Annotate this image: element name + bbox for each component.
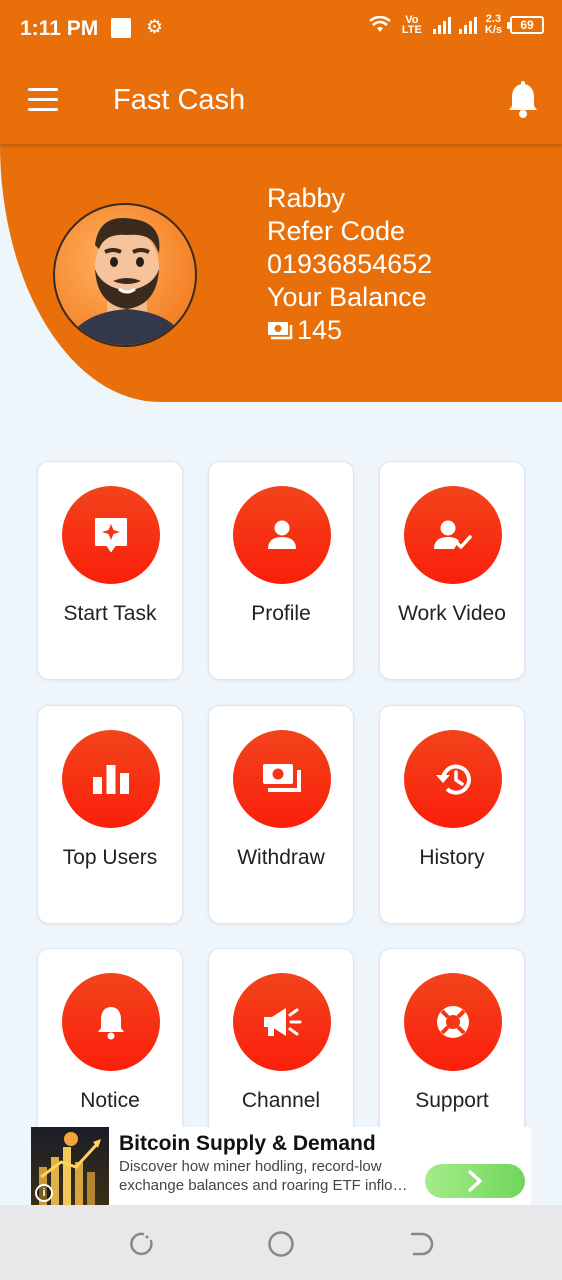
status-indicators: Vo LTE 2.3 K/s 69: [369, 14, 544, 36]
refer-code-label: Refer Code: [267, 216, 406, 246]
megaphone-icon: [233, 973, 331, 1071]
profile-header: Rabby Refer Code 01936854652 Your Balanc…: [0, 144, 562, 402]
ad-image: i: [31, 1127, 109, 1205]
refer-code-value: 01936854652: [267, 249, 433, 279]
notification-square-icon: [111, 18, 131, 38]
signal-2-icon: [458, 16, 477, 34]
ad-banner[interactable]: i Bitcoin Supply & Demand Discover how m…: [31, 1127, 531, 1205]
history-card[interactable]: History: [379, 705, 525, 924]
balance-value: 145: [297, 315, 343, 345]
start-task-card[interactable]: Start Task: [37, 461, 183, 680]
status-bar: 1:11 PM ⚙ Vo LTE 2.3 K/s 69: [0, 0, 562, 58]
card-label: Support: [415, 1089, 489, 1112]
recent-apps-button[interactable]: [126, 1229, 156, 1259]
card-label: Start Task: [63, 602, 157, 625]
ad-title: Bitcoin Supply & Demand: [119, 1132, 376, 1155]
work-video-card[interactable]: Work Video: [379, 461, 525, 680]
user-name: Rabby: [267, 183, 346, 213]
app-bar: Fast Cash: [0, 58, 562, 144]
profile-card[interactable]: Profile: [208, 461, 354, 680]
withdraw-card[interactable]: Withdraw: [208, 705, 354, 924]
app-title: Fast Cash: [113, 84, 246, 116]
status-time: 1:11 PM: [20, 17, 99, 40]
back-button[interactable]: [406, 1229, 436, 1259]
balance-row: 145: [267, 314, 432, 347]
task-star-icon: [62, 486, 160, 584]
card-label: Top Users: [62, 846, 158, 869]
money-icon: [268, 321, 293, 339]
bell-icon: [62, 973, 160, 1071]
hamburger-menu-icon[interactable]: [28, 88, 60, 112]
battery-icon: 69: [507, 16, 544, 34]
card-label: Profile: [251, 602, 311, 625]
card-label: Work Video: [398, 602, 506, 625]
bell-icon[interactable]: [506, 80, 540, 120]
chevron-right-icon: [468, 1170, 482, 1192]
history-icon: [404, 730, 502, 828]
card-label: History: [419, 846, 485, 869]
person-check-icon: [404, 486, 502, 584]
card-label: Withdraw: [237, 846, 325, 869]
top-users-card[interactable]: Top Users: [37, 705, 183, 924]
network-type: Vo LTE: [401, 14, 422, 36]
card-label: Notice: [80, 1089, 140, 1112]
info-icon[interactable]: i: [35, 1184, 53, 1202]
avatar: [53, 203, 197, 347]
signal-1-icon: [432, 16, 451, 34]
lifebuoy-icon: [404, 973, 502, 1071]
money-icon: [233, 730, 331, 828]
card-label: Channel: [241, 1089, 321, 1112]
network-speed: 2.3 K/s: [484, 13, 502, 36]
wifi-icon: [369, 16, 391, 32]
home-button[interactable]: [266, 1229, 296, 1259]
bar-chart-icon: [62, 730, 160, 828]
person-icon: [233, 486, 331, 584]
sync-icon: ⚙: [146, 17, 164, 38]
system-nav-bar: [0, 1205, 562, 1280]
ad-description: Discover how miner hodling, record-low e…: [119, 1158, 408, 1194]
ad-cta-button[interactable]: [425, 1164, 525, 1198]
balance-label: Your Balance: [267, 282, 427, 312]
user-info: Rabby Refer Code 01936854652 Your Balanc…: [267, 182, 432, 347]
